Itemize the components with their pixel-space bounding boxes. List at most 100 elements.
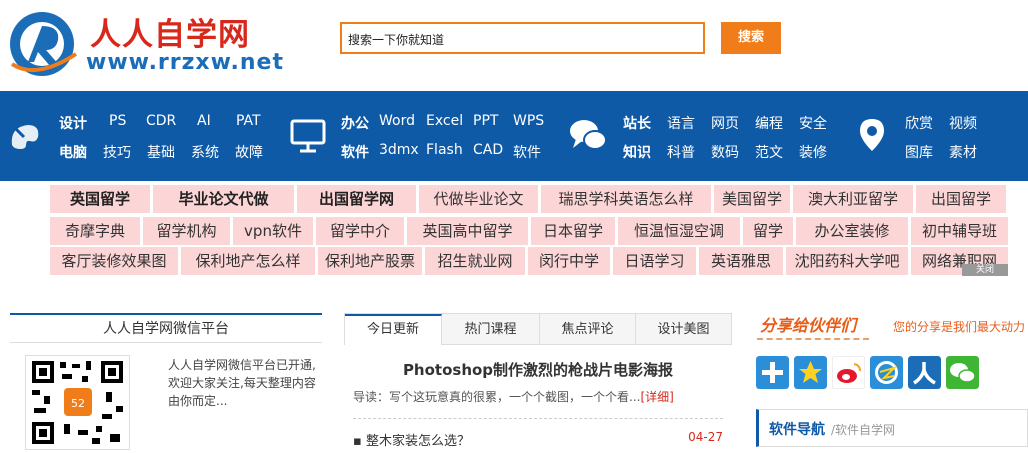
nav-link[interactable]: 素材 bbox=[949, 142, 977, 162]
ad-link[interactable]: 英语雅思 bbox=[699, 247, 783, 275]
ad-link[interactable]: 保利地产股票 bbox=[318, 247, 422, 275]
nav-link[interactable]: 范文 bbox=[755, 142, 783, 162]
nav-link[interactable]: PS bbox=[109, 113, 126, 129]
share-subtitle: 您的分享是我们最大动力 bbox=[893, 320, 1026, 334]
news-item-date: 04-27 bbox=[688, 430, 723, 444]
nav-link[interactable]: 办公 bbox=[341, 113, 369, 133]
nav-link[interactable]: PPT bbox=[473, 113, 498, 129]
ad-link[interactable]: 初中辅导班 bbox=[911, 217, 1008, 245]
ad-link[interactable]: 毕业论文代做 bbox=[153, 185, 294, 213]
nav-link[interactable]: 电脑 bbox=[59, 142, 87, 162]
nav-link[interactable]: 站长 bbox=[623, 113, 651, 133]
ad-link[interactable]: 留学中介 bbox=[316, 217, 404, 245]
nav-link[interactable]: 软件 bbox=[341, 142, 369, 162]
nav-link[interactable]: 基础 bbox=[147, 142, 175, 162]
tab-comments[interactable]: 焦点评论 bbox=[540, 314, 636, 345]
ad-link[interactable]: 办公室装修 bbox=[796, 217, 908, 245]
qr-code-image: 52 bbox=[25, 355, 130, 450]
nav-link[interactable]: PAT bbox=[236, 113, 261, 129]
nav-link[interactable]: 网页 bbox=[711, 113, 739, 133]
ad-link[interactable]: 出国留学 bbox=[916, 185, 1006, 213]
tab-design-images[interactable]: 设计美图 bbox=[636, 314, 731, 345]
nav-link[interactable]: 技巧 bbox=[103, 142, 131, 162]
ad-link[interactable]: vpn软件 bbox=[233, 217, 313, 245]
search-button[interactable]: 搜索 bbox=[721, 22, 781, 54]
site-logo[interactable]: 人人自学网 www.rrzxw.net bbox=[6, 4, 283, 84]
search-input[interactable]: 搜索一下你就知道 bbox=[340, 22, 705, 54]
nav-link[interactable]: 数码 bbox=[711, 142, 739, 162]
list-item[interactable]: ▪ 整木家装怎么选？ 04-27 bbox=[353, 430, 723, 449]
ad-link[interactable]: 日语学习 bbox=[613, 247, 696, 275]
ad-link[interactable]: 美国留学 bbox=[714, 185, 790, 213]
nav-link[interactable]: CDR bbox=[146, 113, 176, 129]
nav-link[interactable]: 编程 bbox=[755, 113, 783, 133]
close-ad-button[interactable]: 关闭 bbox=[962, 264, 1008, 276]
ad-link[interactable]: 奇摩字典 bbox=[50, 217, 140, 245]
divider bbox=[757, 336, 869, 340]
ad-link[interactable]: 澳大利亚留学 bbox=[793, 185, 913, 213]
software-nav-sub: /软件自学网 bbox=[831, 423, 896, 437]
nav-link[interactable]: 软件 bbox=[513, 142, 541, 162]
ad-link[interactable]: 留学 bbox=[743, 217, 793, 245]
read-more-link[interactable]: [详细] bbox=[640, 390, 673, 404]
qzone-icon[interactable] bbox=[870, 356, 903, 389]
news-lead: 导读：写个这玩意真的很累，一个个截图，一个个看...[详细] bbox=[353, 388, 723, 405]
nav-link[interactable]: AI bbox=[197, 113, 211, 129]
nav-link[interactable]: 知识 bbox=[623, 142, 651, 162]
bullet-icon: ▪ bbox=[353, 434, 366, 449]
tab-today[interactable]: 今日更新 bbox=[345, 314, 442, 345]
tab-hot-courses[interactable]: 热门课程 bbox=[442, 314, 540, 345]
software-nav-title[interactable]: 软件导航 bbox=[769, 419, 825, 439]
nav-link[interactable]: 系统 bbox=[191, 142, 219, 162]
nav-link[interactable]: 故障 bbox=[235, 142, 263, 162]
plus-share-icon[interactable] bbox=[756, 356, 789, 389]
ad-link[interactable]: 客厅装修效果图 bbox=[50, 247, 178, 275]
nav-link[interactable]: Excel bbox=[426, 113, 463, 129]
ad-link[interactable]: 瑞思学科英语怎么样 bbox=[541, 185, 711, 213]
nav-link[interactable]: 科普 bbox=[667, 142, 695, 162]
ad-link[interactable]: 英国留学 bbox=[50, 185, 150, 213]
wechat-panel-title: 人人自学网微信平台 bbox=[10, 313, 322, 343]
star-share-icon[interactable] bbox=[794, 356, 827, 389]
nav-link[interactable]: Flash bbox=[426, 142, 463, 158]
wechat-icon[interactable] bbox=[946, 356, 979, 389]
news-tabs: 今日更新 热门课程 焦点评论 设计美图 bbox=[344, 313, 732, 345]
ad-link[interactable]: 沈阳药科大学吧 bbox=[786, 247, 908, 275]
ad-link[interactable]: 日本留学 bbox=[531, 217, 615, 245]
nav-link[interactable]: 3dmx bbox=[379, 142, 419, 158]
news-panel: 今日更新 热门课程 焦点评论 设计美图 Photoshop制作激烈的枪战片电影海… bbox=[344, 313, 732, 450]
nav-link[interactable]: 装修 bbox=[799, 142, 827, 162]
category-nav: 设计 PS CDR AI PAT 电脑 技巧 基础 系统 故障 办公 Word … bbox=[0, 91, 1028, 181]
location-icon bbox=[860, 119, 884, 151]
nav-link[interactable]: WPS bbox=[513, 113, 544, 129]
logo-text-domain: www.rrzxw.net bbox=[86, 50, 284, 75]
news-item-title[interactable]: 整木家装怎么选？ bbox=[366, 434, 470, 449]
nav-link[interactable]: 视频 bbox=[949, 113, 977, 133]
software-nav-panel: 软件导航 /软件自学网 bbox=[756, 409, 1028, 447]
divider bbox=[353, 418, 723, 419]
nav-group-webmaster: 站长 语言 网页 编程 安全 知识 科普 数码 范文 装修 bbox=[566, 91, 846, 181]
ad-link[interactable]: 保利地产怎么样 bbox=[181, 247, 315, 275]
news-headline[interactable]: Photoshop制作激烈的枪战片电影海报 bbox=[344, 359, 732, 380]
ad-link[interactable]: 闵行中学 bbox=[528, 247, 610, 275]
weibo-icon[interactable] bbox=[832, 356, 865, 389]
chat-icon bbox=[570, 120, 607, 150]
header: 人人自学网 www.rrzxw.net 搜索一下你就知道 搜索 bbox=[0, 0, 1028, 91]
nav-group-design: 设计 PS CDR AI PAT 电脑 技巧 基础 系统 故障 bbox=[0, 91, 280, 181]
nav-group-office: 办公 Word Excel PPT WPS 软件 3dmx Flash CAD … bbox=[286, 91, 566, 181]
ad-link[interactable]: 代做毕业论文 bbox=[419, 185, 538, 213]
ad-link[interactable]: 出国留学网 bbox=[297, 185, 416, 213]
ad-link[interactable]: 留学机构 bbox=[143, 217, 230, 245]
nav-link[interactable]: 安全 bbox=[799, 113, 827, 133]
nav-link[interactable]: CAD bbox=[473, 142, 503, 158]
nav-link[interactable]: 语言 bbox=[667, 113, 695, 133]
nav-link[interactable]: 图库 bbox=[905, 142, 933, 162]
nav-link[interactable]: 设计 bbox=[59, 113, 87, 133]
nav-link[interactable]: 欣赏 bbox=[905, 113, 933, 133]
ad-link[interactable]: 恒温恒湿空调 bbox=[618, 217, 740, 245]
nav-link[interactable]: Word bbox=[379, 113, 415, 129]
renren-icon[interactable] bbox=[908, 356, 941, 389]
qr-code-icon: 52 bbox=[32, 361, 123, 444]
ad-link[interactable]: 招生就业网 bbox=[425, 247, 525, 275]
ad-link[interactable]: 英国高中留学 bbox=[407, 217, 528, 245]
